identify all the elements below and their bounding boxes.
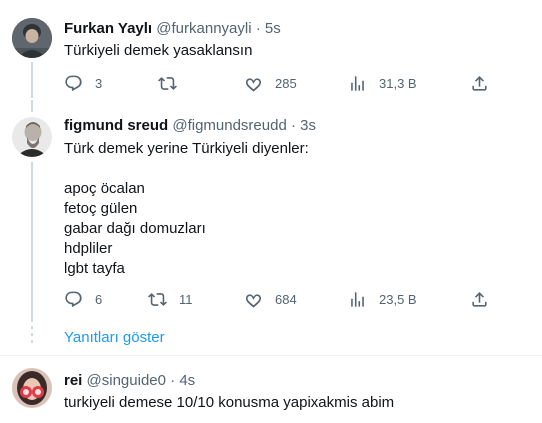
reply-icon	[65, 75, 82, 91]
share-icon	[472, 75, 487, 91]
retweet-icon	[148, 292, 167, 306]
retweet-button[interactable]: 11	[148, 282, 193, 316]
reply-count: 3	[95, 75, 103, 91]
avatar-image	[12, 18, 52, 58]
handle[interactable]: @singuide0	[87, 372, 166, 389]
reply-button[interactable]: 6	[64, 282, 102, 316]
like-button[interactable]: 684	[244, 282, 297, 316]
thread-line	[31, 100, 33, 112]
share-button[interactable]	[470, 66, 489, 100]
avatar[interactable]	[12, 117, 52, 157]
like-button[interactable]: 285	[244, 66, 297, 100]
tweet-text: Türk demek yerine Türkiyeli diyenler: ap…	[64, 140, 309, 277]
tweet-furkan[interactable]: Furkan Yaylı @furkannyayli · 5s Türkiyel…	[0, 0, 542, 100]
retweet-icon	[158, 76, 177, 90]
like-count: 285	[275, 75, 297, 91]
views-button[interactable]: 31,3 B	[348, 66, 417, 100]
separator: ·	[255, 20, 261, 37]
share-icon	[472, 291, 487, 307]
avatar[interactable]	[12, 368, 52, 408]
reply-count: 6	[95, 291, 103, 307]
handle[interactable]: @figmundsreudd	[172, 117, 286, 134]
tweet-rei[interactable]: rei @singuide0 · 4s turkiyeli demese 10/…	[0, 356, 542, 423]
display-name[interactable]: Furkan Yaylı	[64, 20, 152, 37]
action-bar: 3 285 31,3 B	[58, 66, 498, 100]
thread-continuation-dots	[31, 326, 33, 347]
separator: ·	[290, 117, 296, 134]
share-button[interactable]	[470, 282, 489, 316]
reply-icon	[65, 291, 82, 307]
display-name[interactable]: figmund sreud	[64, 117, 168, 134]
like-icon	[245, 293, 262, 308]
like-icon	[245, 77, 262, 92]
avatar-image	[12, 368, 52, 408]
views-icon	[351, 291, 364, 307]
timestamp[interactable]: 5s	[265, 20, 281, 37]
handle[interactable]: @furkannyayli	[156, 20, 251, 37]
timestamp[interactable]: 4s	[179, 372, 195, 389]
tweet-figmund[interactable]: figmund sreud @figmundsreudd · 3s Türk d…	[0, 100, 542, 325]
avatar-image	[12, 117, 52, 157]
thread-line	[31, 62, 33, 98]
action-bar: 6 11 684 23,5 B	[58, 282, 498, 316]
tweet-text: turkiyeli demese 10/10 konusma yapixakmi…	[64, 394, 395, 411]
thread-line	[31, 162, 33, 322]
avatar[interactable]	[12, 18, 52, 58]
timestamp[interactable]: 3s	[300, 117, 316, 134]
tweet-header: figmund sreud @figmundsreudd · 3s	[64, 117, 316, 134]
tweet-header: rei @singuide0 · 4s	[64, 372, 195, 389]
retweet-count: 11	[179, 291, 193, 307]
views-icon	[351, 75, 364, 91]
display-name[interactable]: rei	[64, 372, 82, 389]
separator: ·	[170, 372, 176, 389]
view-count: 23,5 B	[379, 291, 417, 307]
retweet-button[interactable]	[158, 66, 189, 100]
view-count: 31,3 B	[379, 75, 417, 91]
like-count: 684	[275, 291, 297, 307]
show-replies-link[interactable]: Yanıtları göster	[64, 329, 165, 346]
views-button[interactable]: 23,5 B	[348, 282, 417, 316]
tweet-text: Türkiyeli demek yasaklansın	[64, 42, 253, 59]
tweet-header: Furkan Yaylı @furkannyayli · 5s	[64, 20, 281, 37]
reply-button[interactable]: 3	[64, 66, 102, 100]
